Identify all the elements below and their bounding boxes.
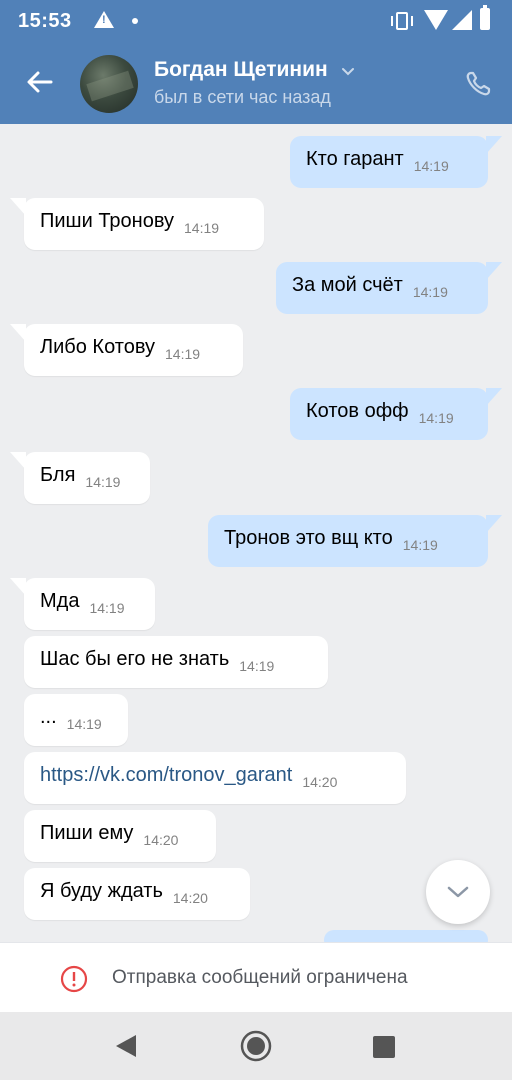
message-outgoing[interactable]: Тронов это вщ кто 14:19 — [208, 515, 502, 567]
message-incoming[interactable]: Бля 14:19 — [10, 452, 150, 504]
message-time: 14:19 — [85, 474, 121, 490]
message-time: 14:19 — [66, 716, 102, 732]
scroll-down-button[interactable] — [426, 860, 490, 924]
restriction-text: Отправка сообщений ограничена — [112, 967, 408, 988]
message-list[interactable]: Кто гарант 14:19 Пиши Тронову 14:19 За мой… — [0, 124, 512, 942]
message-incoming[interactable]: Либо Котову 14:19 — [10, 324, 243, 376]
message-text: Мда — [40, 590, 80, 612]
message-incoming[interactable]: https://vk.com/tronov_garant 14:20 — [24, 752, 406, 804]
contact-name[interactable]: Богдан Щетинин — [154, 58, 328, 82]
message-text: Кто гарант — [306, 148, 404, 170]
message-text: За мой счёт — [292, 274, 403, 296]
phone-icon[interactable] — [464, 70, 492, 98]
message-time: 14:19 — [413, 158, 449, 174]
message-incoming[interactable]: Мда 14:19 — [10, 578, 155, 630]
message-text: ... — [40, 706, 57, 728]
message-time: 14:19 — [418, 410, 454, 426]
message-time: 14:20 — [143, 832, 179, 848]
message-link[interactable]: https://vk.com/tronov_garant — [40, 764, 292, 786]
status-bar: 15:53 — [0, 0, 512, 44]
exclamation-circle-icon — [60, 965, 88, 993]
message-text: Я буду ждать — [40, 880, 163, 902]
wifi-icon — [424, 10, 448, 30]
message-incoming[interactable]: Шас бы его не знать 14:19 — [24, 636, 328, 688]
system-nav-bar — [0, 1012, 512, 1080]
message-time: 14:19 — [184, 220, 220, 236]
message-text: Котов офф — [306, 400, 409, 422]
message-text: Пиши Тронову — [40, 210, 175, 232]
chat-header: Богдан Щетинин был в сети час назад — [0, 44, 512, 124]
message-text: Шас бы его не знать — [40, 648, 230, 670]
nav-recent-apps-icon[interactable] — [373, 1036, 395, 1058]
message-incoming[interactable]: Я буду ждать 14:20 — [24, 868, 250, 920]
message-time: 14:19 — [239, 658, 275, 674]
message-time: 14:19 — [412, 284, 448, 300]
message-text: Пиши ему — [40, 822, 134, 844]
arrow-left-icon[interactable] — [24, 66, 56, 98]
message-time: 14:19 — [89, 600, 125, 616]
message-outgoing-partial[interactable] — [324, 930, 488, 942]
message-time: 14:19 — [165, 346, 201, 362]
vibrate-icon — [391, 12, 413, 30]
message-time: 14:19 — [402, 537, 438, 553]
warning-icon — [94, 11, 114, 28]
message-incoming[interactable]: Пиши Тронову 14:19 — [10, 198, 264, 250]
message-time: 14:20 — [172, 890, 208, 906]
battery-icon — [480, 5, 490, 30]
chevron-down-icon — [447, 886, 469, 898]
chevron-down-icon[interactable] — [342, 66, 354, 78]
nav-home-icon[interactable] — [240, 1030, 272, 1062]
contact-status: был в сети час назад — [154, 87, 331, 107]
message-outgoing[interactable]: Котов офф 14:19 — [290, 388, 502, 440]
message-outgoing[interactable]: Кто гарант 14:19 — [290, 136, 502, 188]
nav-back-icon[interactable] — [116, 1035, 136, 1057]
avatar[interactable] — [80, 55, 138, 113]
message-incoming[interactable]: ... 14:19 — [24, 694, 128, 746]
message-incoming[interactable]: Пиши ему 14:20 — [24, 810, 216, 862]
message-outgoing[interactable]: За мой счёт 14:19 — [276, 262, 502, 314]
message-text: Бля — [40, 464, 76, 486]
message-time: 14:20 — [302, 774, 338, 790]
signal-icon — [452, 10, 472, 30]
message-text: Либо Котову — [40, 336, 156, 358]
notification-dot-icon — [132, 18, 138, 24]
restriction-notice: Отправка сообщений ограничена — [0, 942, 512, 1013]
status-time: 15:53 — [18, 10, 72, 32]
message-text: Тронов это вщ кто — [224, 527, 393, 549]
